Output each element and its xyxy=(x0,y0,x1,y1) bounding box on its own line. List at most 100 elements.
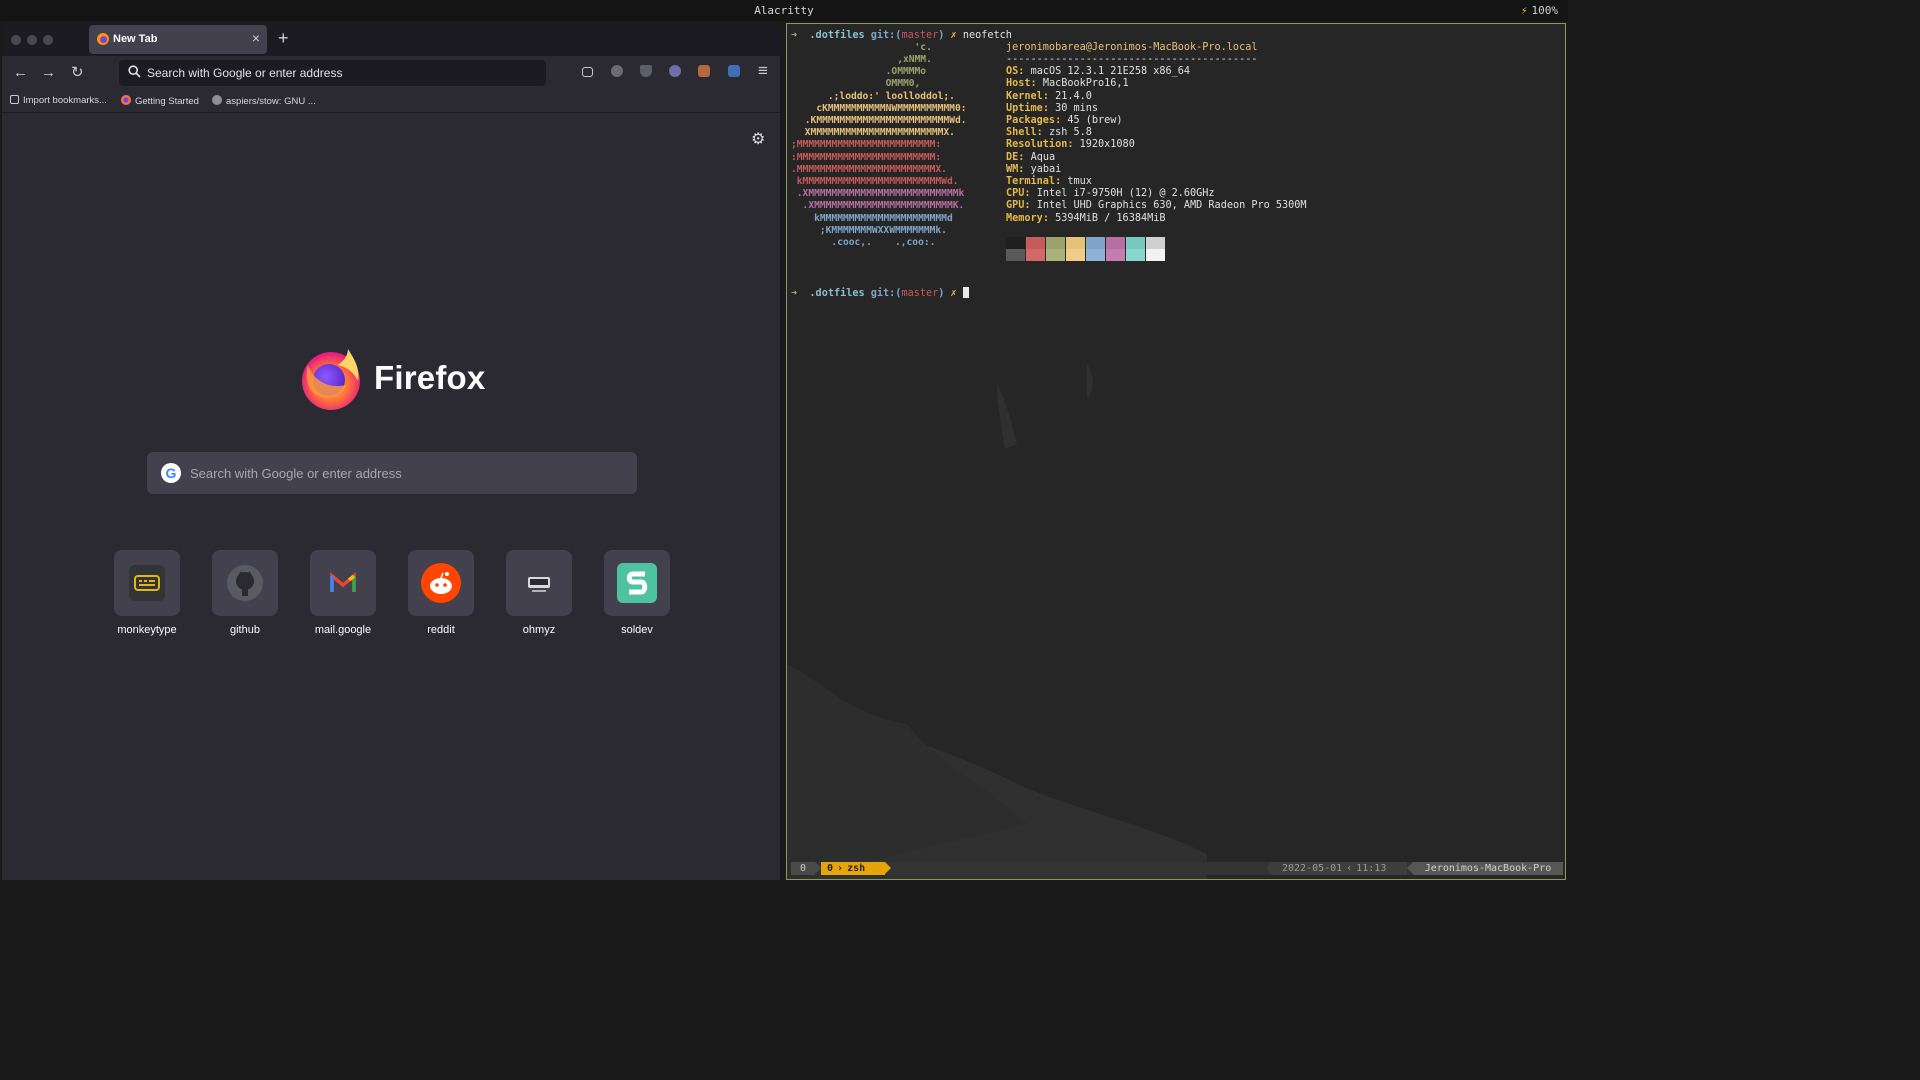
apple-ascii-line: .;loddo:' loolloddol;. xyxy=(799,91,955,102)
field-value: macOS 12.3.1 21E258 x86_64 xyxy=(1030,66,1191,77)
shortcut-label: mail.google xyxy=(314,624,372,636)
neofetch-field: Kernel: 21.4.0 xyxy=(1006,91,1092,102)
shortcut-github[interactable]: github xyxy=(212,550,278,636)
field-key: Resolution xyxy=(1006,139,1068,150)
neofetch-field: OS: macOS 12.3.1 21E258 x86_64 xyxy=(1006,66,1191,77)
palette-swatch xyxy=(1066,237,1085,249)
apple-ascii-line: kMMMMMMMMMMMMMMMMMMMMMMMMWd. xyxy=(791,176,959,187)
bookmark-import[interactable]: Import bookmarks... xyxy=(10,95,107,106)
bookmark-getting-started[interactable]: Getting Started xyxy=(121,95,199,107)
field-value: 1920x1080 xyxy=(1079,139,1135,150)
url-bar[interactable]: Search with Google or enter address xyxy=(119,60,546,86)
neofetch-field: GPU: Intel UHD Graphics 630, AMD Radeon … xyxy=(1006,200,1307,211)
field-value: Intel UHD Graphics 630, AMD Radeon Pro 5… xyxy=(1036,200,1307,211)
field-value: 5394MiB / 16384MiB xyxy=(1055,213,1166,224)
neofetch-field: Packages: 45 (brew) xyxy=(1006,115,1123,126)
firefox-window: New Tab × + ← → ↻ Search with Google or … xyxy=(2,23,780,880)
palette-swatch xyxy=(1106,237,1125,249)
field-key: OS xyxy=(1006,66,1019,77)
firefox-icon xyxy=(121,95,131,105)
field-key: GPU xyxy=(1006,200,1025,211)
window-close-dot[interactable] xyxy=(11,35,21,45)
import-icon xyxy=(10,95,19,104)
neofetch-user-host: jeronimobarea@Jeronimos-MacBook-Pro.loca… xyxy=(1006,42,1258,53)
bookmark-stow[interactable]: aspiers/stow: GNU ... xyxy=(212,95,316,107)
gmail-icon xyxy=(325,565,361,601)
h-extension-icon[interactable] xyxy=(728,65,740,77)
shield-extension-icon[interactable] xyxy=(640,65,652,77)
shortcut-reddit[interactable]: reddit xyxy=(408,550,474,636)
palette-swatch xyxy=(1026,237,1045,249)
new-tab-button[interactable]: + xyxy=(278,29,289,47)
shortcut-soldev[interactable]: soldev xyxy=(604,550,670,636)
shortcut-tile xyxy=(408,550,474,616)
prompt-git-close: ) xyxy=(938,288,945,299)
shortcut-monkeytype[interactable]: monkeytype xyxy=(114,550,180,636)
shortcut-label: github xyxy=(230,624,260,636)
forward-arrow-icon[interactable]: → xyxy=(41,65,56,80)
prompt-git: git:( xyxy=(870,30,902,41)
keyboard-icon xyxy=(129,565,165,601)
gear-icon[interactable]: ⚙ xyxy=(751,129,765,149)
neofetch-field: Terminal: tmux xyxy=(1006,176,1092,187)
fox-extension-icon[interactable] xyxy=(698,65,710,77)
neofetch-field: WM: yabai xyxy=(1006,164,1062,175)
newtab-search-placeholder: Search with Google or enter address xyxy=(190,466,402,481)
apple-ascii-line: :MMMMMMMMMMMMMMMMMMMMMMMM: xyxy=(791,152,942,163)
field-key: CPU xyxy=(1006,188,1025,199)
apple-ascii-line: .MMMMMMMMMMMMMMMMMMMMMMMMX. xyxy=(791,164,947,175)
navigation-toolbar: ← → ↻ Search with Google or enter addres… xyxy=(2,56,780,90)
chevron-left-icon: ‹ xyxy=(1346,863,1353,874)
palette-swatch xyxy=(1126,249,1145,261)
prompt-git: git:( xyxy=(870,288,902,299)
github-icon xyxy=(212,95,222,105)
prompt-command: neofetch xyxy=(962,30,1012,41)
tmux-session[interactable]: 0 xyxy=(791,862,815,875)
apple-ascii-line: ;MMMMMMMMMMMMMMMMMMMMMMMM: xyxy=(791,139,942,150)
apple-ascii-line: .KMMMMMMMMMMMMMMMMMMMMMMMWd. xyxy=(799,115,967,126)
battery-status[interactable]: ⚡ 100% xyxy=(1521,4,1558,17)
newtab-search-input[interactable]: G Search with Google or enter address xyxy=(147,452,637,494)
lightning-icon: ⚡ xyxy=(1520,4,1528,17)
ghost-extension-icon[interactable] xyxy=(669,65,681,77)
palette-swatch xyxy=(1046,249,1065,261)
shortcut-tile xyxy=(114,550,180,616)
tmux-window-name: zsh xyxy=(847,863,866,874)
tmux-time: 11:13 xyxy=(1356,863,1387,874)
apple-ascii-line: .XMMMMMMMMMMMMMMMMMMMMMMMMK. xyxy=(791,200,965,211)
battery-percent: 100% xyxy=(1531,4,1559,17)
palette-swatch xyxy=(1006,237,1025,249)
terminal-icon xyxy=(521,565,557,601)
shortcut-ohmyz[interactable]: ohmyz xyxy=(506,550,572,636)
pocket-icon[interactable] xyxy=(582,67,593,77)
palette-swatch xyxy=(1026,249,1045,261)
field-value: 30 mins xyxy=(1055,103,1099,114)
firefox-wordmark: Firefox xyxy=(374,359,486,396)
prompt-dir: .dotfiles xyxy=(809,288,865,299)
tmux-window-active[interactable]: 0 › zsh xyxy=(821,862,885,875)
tab-close-icon[interactable]: × xyxy=(252,30,260,46)
tmux-hostname: Jeronimos-MacBook-Pro xyxy=(1413,862,1563,875)
menu-hamburger-icon[interactable]: ≡ xyxy=(758,62,768,79)
reload-icon[interactable]: ↻ xyxy=(71,65,84,80)
window-zoom-dot[interactable] xyxy=(43,35,53,45)
apple-ascii-line: XMMMMMMMMMMMMMMMMMMMMMMMX. xyxy=(799,127,955,138)
field-key: DE xyxy=(1006,152,1019,163)
shortcut-mail-google[interactable]: mail.google xyxy=(310,550,376,636)
palette-swatch xyxy=(1066,249,1085,261)
palette-swatch xyxy=(1146,237,1165,249)
chevron-right-icon: › xyxy=(837,863,844,874)
apple-ascii-line: .OMMMMo xyxy=(799,66,927,77)
neofetch-field: Host: MacBookPro16,1 xyxy=(1006,78,1129,89)
apple-ascii-line: .cooc,. .,coo:. xyxy=(791,237,936,248)
cursor xyxy=(962,287,969,298)
palette-swatch xyxy=(1006,249,1025,261)
neofetch-field: DE: Aqua xyxy=(1006,152,1056,163)
terminal-window[interactable]: ➜ .dotfiles git:(master) ✗ neofetch 'c. … xyxy=(786,23,1566,880)
tab-new-tab[interactable]: New Tab × xyxy=(89,25,267,54)
tmux-status-bar: 0 0 › zsh 2022-05-01 ‹ 11:13 Jeronimos-MacBo… xyxy=(791,862,1563,875)
back-arrow-icon[interactable]: ← xyxy=(13,65,28,80)
compass-extension-icon[interactable] xyxy=(611,65,623,77)
field-value: 21.4.0 xyxy=(1055,91,1092,102)
window-minimize-dot[interactable] xyxy=(27,35,37,45)
